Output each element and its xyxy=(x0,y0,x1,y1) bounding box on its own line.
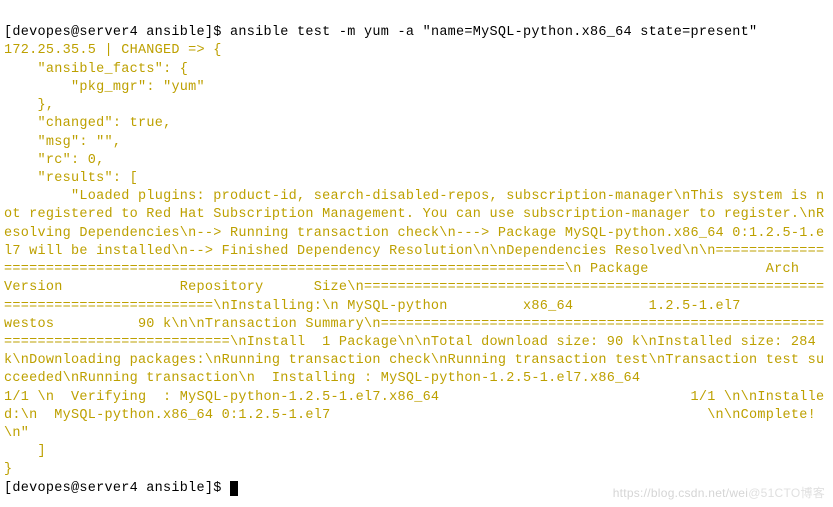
ansible-results-body: "Loaded plugins: product-id, search-disa… xyxy=(4,189,833,441)
shell-prompt-1: [devopes@server4 ansible]$ ansible test … xyxy=(4,25,757,40)
ansible-changed: "changed": true, xyxy=(4,116,171,131)
ansible-host-line: 172.25.35.5 | CHANGED => { xyxy=(4,43,222,58)
ansible-msg: "msg": "", xyxy=(4,135,121,150)
ansible-rc: "rc": 0, xyxy=(4,153,104,168)
prompt-host: [devopes@server4 ansible]$ xyxy=(4,25,230,40)
entered-command: ansible test -m yum -a "name=MySQL-pytho… xyxy=(230,25,757,40)
ansible-facts-close: }, xyxy=(4,98,54,113)
ansible-facts-open: "ansible_facts": { xyxy=(4,62,188,77)
ansible-results-close: ] xyxy=(4,444,46,459)
shell-prompt-2: [devopes@server4 ansible]$ xyxy=(4,481,238,496)
ansible-pkgmgr: "pkg_mgr": "yum" xyxy=(4,80,205,95)
ansible-object-close: } xyxy=(4,462,12,477)
cursor-icon xyxy=(230,481,238,496)
prompt-host-2: [devopes@server4 ansible]$ xyxy=(4,481,230,496)
terminal-output[interactable]: [devopes@server4 ansible]$ ansible test … xyxy=(4,6,829,498)
ansible-results-open: "results": [ xyxy=(4,171,138,186)
